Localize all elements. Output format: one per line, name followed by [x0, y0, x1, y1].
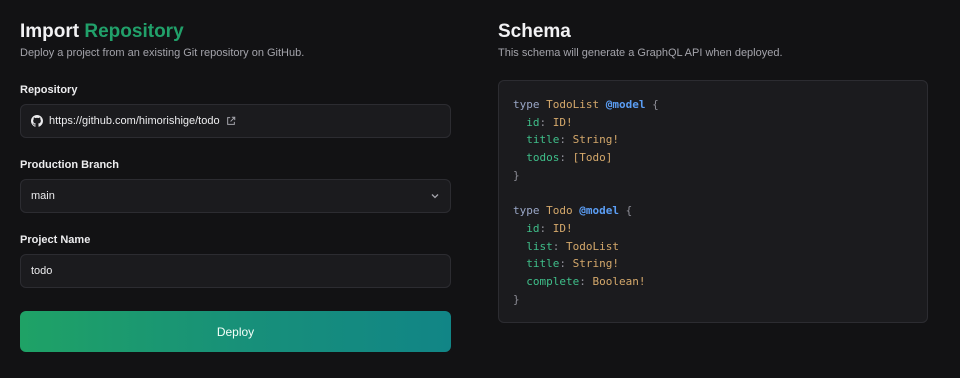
schema-field-line: title: String! [526, 133, 619, 147]
title-accent: Repository [84, 21, 184, 42]
branch-label: Production Branch [20, 159, 120, 171]
github-icon [31, 115, 43, 127]
schema-field-line: id: ID! [526, 221, 573, 235]
type-declaration: type TodoList @model { [513, 98, 659, 111]
repository-field[interactable]: https://github.com/himorishige/todo [20, 104, 451, 138]
branch-select[interactable]: main [20, 179, 451, 213]
repository-url[interactable]: https://github.com/himorishige/todo [49, 115, 220, 127]
project-name-field[interactable] [20, 254, 451, 288]
schema-subtitle: This schema will generate a GraphQL API … [498, 47, 783, 59]
chevron-down-icon [430, 191, 440, 201]
deploy-button[interactable]: Deploy [20, 311, 451, 352]
project-name-input[interactable] [31, 265, 440, 277]
schema-field-line: id: ID! [526, 115, 573, 129]
type-declaration: type Todo @model { [513, 204, 633, 218]
schema-field-line: todos: [Todo] [526, 151, 613, 165]
import-page: Import Repository Deploy a project from … [0, 0, 960, 378]
repository-label: Repository [20, 84, 78, 96]
schema-title: Schema [498, 21, 571, 42]
schema-field-line: title: String! [526, 257, 619, 271]
page-subtitle: Deploy a project from an existing Git re… [20, 47, 305, 59]
external-link-icon[interactable] [226, 116, 236, 126]
page-title: Import Repository [20, 21, 184, 43]
schema-field-line: list: TodoList [526, 239, 619, 253]
project-name-label: Project Name [20, 234, 91, 246]
title-prefix: Import [20, 21, 80, 42]
schema-code-block: type TodoList @model { id: ID! title: St… [498, 80, 928, 323]
type-close: } [513, 292, 520, 306]
type-close: } [513, 168, 520, 182]
branch-value: main [31, 190, 55, 202]
schema-field-line: complete: Boolean! [526, 274, 646, 288]
